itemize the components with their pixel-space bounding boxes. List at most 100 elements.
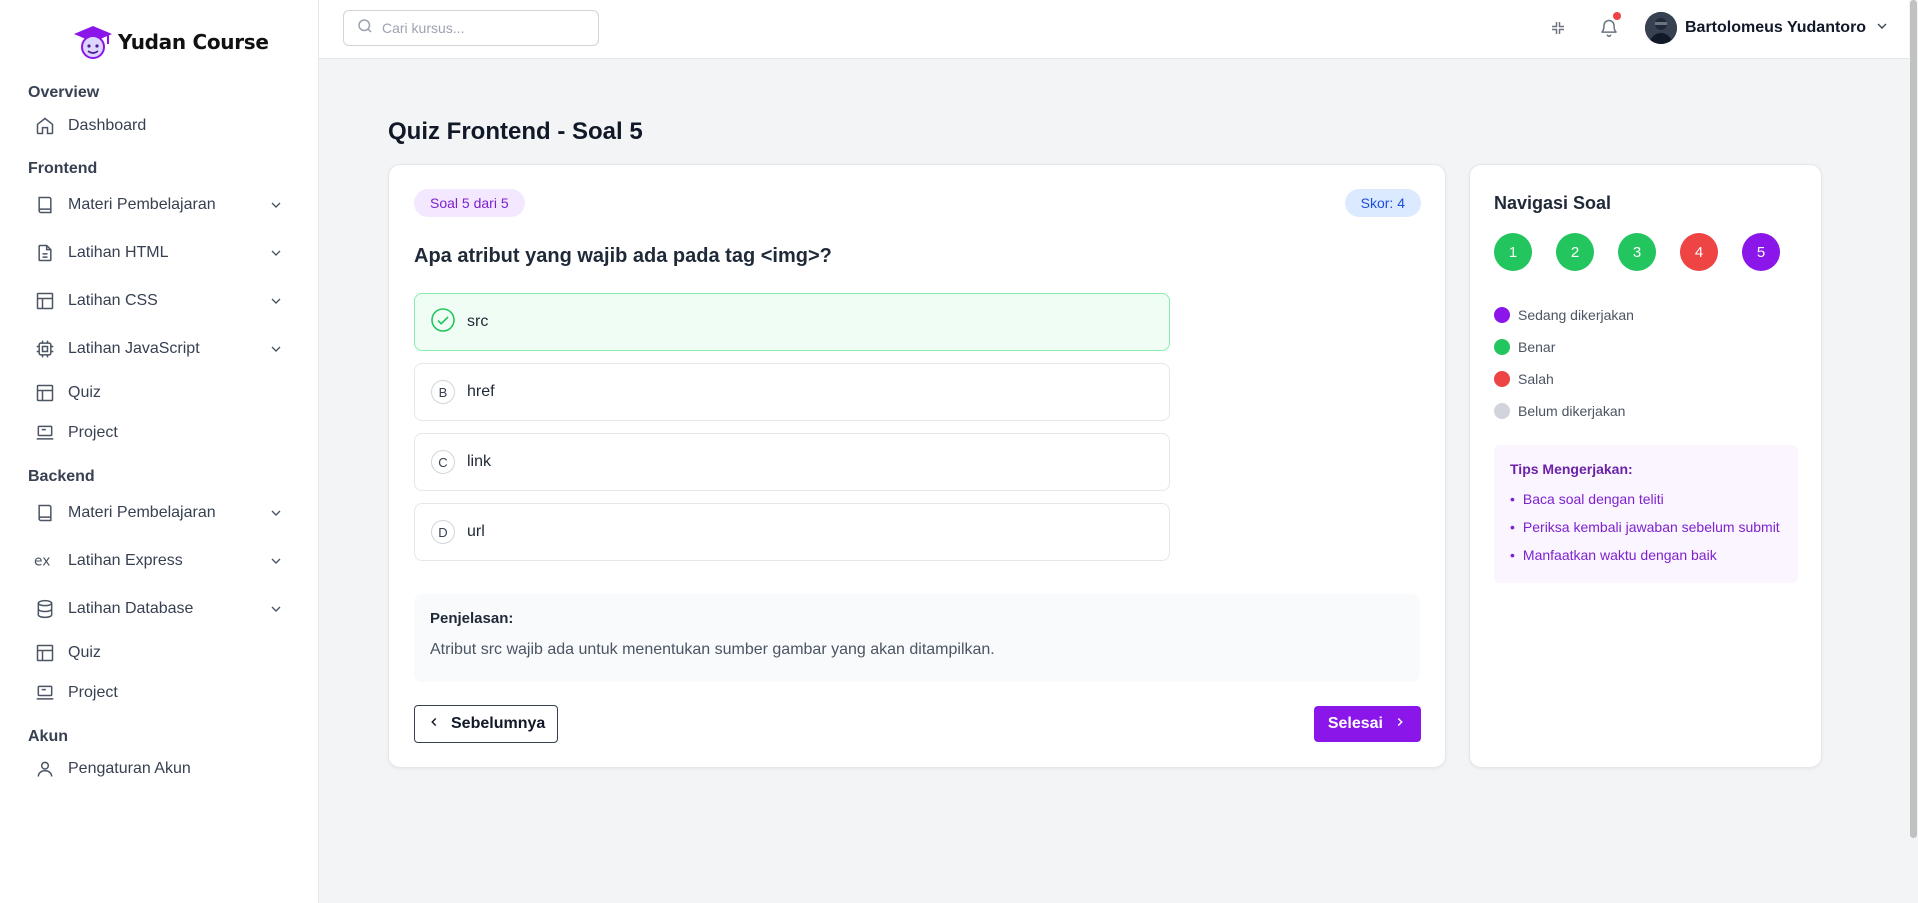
- finish-button-label: Selesai: [1327, 715, 1383, 732]
- chevron-left-icon: [427, 715, 441, 734]
- score-badge: Skor: 4: [1344, 189, 1421, 217]
- sidebar: Yudan Course Overview Dashboard Frontend…: [0, 0, 319, 903]
- chevron-down-icon: [268, 601, 284, 617]
- sidebar-item-pengaturan-akun[interactable]: Pengaturan Akun: [34, 753, 284, 785]
- notification-dot: [1613, 12, 1621, 20]
- chevron-down-icon: [268, 245, 284, 261]
- legend-dot: [1494, 339, 1510, 355]
- section-title-akun: Akun: [28, 728, 68, 745]
- sidebar-item-quiz-frontend[interactable]: Quiz: [34, 377, 284, 409]
- sidebar-item-materi-frontend[interactable]: Materi Pembelajaran: [34, 189, 284, 221]
- book-icon: [34, 194, 56, 216]
- logo[interactable]: Yudan Course: [72, 24, 269, 60]
- cpu-icon: [34, 338, 56, 360]
- tips-list: Baca soal dengan teliti Periksa kembali …: [1510, 485, 1782, 569]
- question-nav-button-4[interactable]: 4: [1680, 233, 1718, 271]
- avatar: [1645, 12, 1677, 44]
- collapse-icon[interactable]: [1546, 16, 1570, 40]
- question-nav-button-1[interactable]: 1: [1494, 233, 1532, 271]
- previous-button-label: Sebelumnya: [451, 715, 546, 732]
- finish-button[interactable]: Selesai: [1313, 706, 1421, 742]
- sidebar-item-label: Quiz: [68, 644, 101, 661]
- answer-option-a[interactable]: src: [414, 293, 1170, 351]
- answer-option-c[interactable]: C link: [414, 433, 1170, 491]
- legend-dot: [1494, 403, 1510, 419]
- check-circle-icon: [431, 307, 455, 337]
- tip-item: Manfaatkan waktu dengan baik: [1510, 541, 1782, 569]
- laptop-icon: [34, 422, 56, 444]
- sidebar-item-label: Materi Pembelajaran: [68, 196, 216, 213]
- answer-option-d[interactable]: D url: [414, 503, 1170, 561]
- notification-bell-icon[interactable]: [1597, 12, 1621, 40]
- sidebar-item-latihan-express[interactable]: ex Latihan Express: [34, 545, 284, 577]
- legend-label: Benar: [1518, 339, 1556, 355]
- search-icon: [356, 17, 374, 40]
- sidebar-item-dashboard[interactable]: Dashboard: [34, 110, 284, 142]
- question-nav-button-2[interactable]: 2: [1556, 233, 1594, 271]
- legend-label: Salah: [1518, 371, 1554, 387]
- database-icon: [34, 598, 56, 620]
- question-navigation-card: Navigasi Soal 1 2 3 4 5 Sedang dikerjaka…: [1469, 164, 1822, 768]
- question-nav-button-5[interactable]: 5: [1742, 233, 1780, 271]
- sidebar-item-label: Materi Pembelajaran: [68, 504, 216, 521]
- sidebar-item-label: Latihan Database: [68, 600, 194, 617]
- sidebar-item-label: Latihan HTML: [68, 244, 169, 261]
- tip-item: Baca soal dengan teliti: [1510, 485, 1782, 513]
- file-text-icon: [34, 242, 56, 264]
- sidebar-item-latihan-html[interactable]: Latihan HTML: [34, 237, 284, 269]
- explanation-box: Penjelasan: Atribut src wajib ada untuk …: [414, 594, 1420, 682]
- layout-icon: [34, 290, 56, 312]
- layout-icon: [34, 642, 56, 664]
- logo-text: Yudan Course: [118, 30, 269, 54]
- legend-label: Sedang dikerjakan: [1518, 307, 1634, 323]
- express-icon: ex: [34, 550, 56, 572]
- search-input[interactable]: [382, 20, 582, 36]
- page-title: Quiz Frontend - Soal 5: [388, 118, 643, 145]
- previous-button[interactable]: Sebelumnya: [414, 705, 559, 743]
- question-nav-button-3[interactable]: 3: [1618, 233, 1656, 271]
- explanation-text: Atribut src wajib ada untuk menentukan s…: [430, 641, 995, 658]
- sidebar-item-label: Project: [68, 424, 118, 441]
- sidebar-item-project-frontend[interactable]: Project: [34, 417, 284, 449]
- option-letter: D: [431, 520, 455, 544]
- sidebar-item-latihan-database[interactable]: Latihan Database: [34, 593, 284, 625]
- navigation-title: Navigasi Soal: [1494, 193, 1612, 213]
- answer-option-b[interactable]: B href: [414, 363, 1170, 421]
- tip-item: Periksa kembali jawaban sebelum submit: [1510, 513, 1782, 541]
- section-title-overview: Overview: [28, 84, 100, 101]
- chevron-right-icon: [1393, 715, 1407, 734]
- chevron-down-icon: [268, 553, 284, 569]
- legend-item-wrong: Salah: [1494, 371, 1554, 387]
- answer-option-label: src: [467, 313, 489, 330]
- tips-box: Tips Mengerjakan: Baca soal dengan telit…: [1494, 445, 1798, 583]
- layout-icon: [34, 382, 56, 404]
- sidebar-item-label: Quiz: [68, 384, 101, 401]
- sidebar-item-latihan-javascript[interactable]: Latihan JavaScript: [34, 333, 284, 365]
- laptop-icon: [34, 682, 56, 704]
- user-icon: [34, 758, 56, 780]
- user-menu[interactable]: Bartolomeus Yudantoro: [1645, 12, 1890, 44]
- scrollbar[interactable]: [1909, 0, 1918, 903]
- home-icon: [34, 115, 56, 137]
- scrollbar-thumb[interactable]: [1910, 0, 1917, 838]
- chevron-down-icon: [268, 341, 284, 357]
- question-text: Apa atribut yang wajib ada pada tag <img…: [414, 245, 832, 267]
- sidebar-item-label: Dashboard: [68, 117, 147, 134]
- chevron-down-icon: [268, 293, 284, 309]
- sidebar-item-latihan-css[interactable]: Latihan CSS: [34, 285, 284, 317]
- search-box[interactable]: [343, 10, 599, 46]
- sidebar-item-label: Project: [68, 684, 118, 701]
- legend-item-current: Sedang dikerjakan: [1494, 307, 1634, 323]
- quiz-card: Soal 5 dari 5 Skor: 4 Apa atribut yang w…: [388, 164, 1446, 768]
- user-name: Bartolomeus Yudantoro: [1685, 19, 1867, 36]
- sidebar-item-label: Latihan Express: [68, 552, 183, 569]
- question-progress-badge: Soal 5 dari 5: [414, 189, 525, 217]
- sidebar-item-label: Latihan JavaScript: [68, 340, 200, 357]
- sidebar-item-project-backend[interactable]: Project: [34, 677, 284, 709]
- book-icon: [34, 502, 56, 524]
- sidebar-item-materi-backend[interactable]: Materi Pembelajaran: [34, 497, 284, 529]
- sidebar-item-quiz-backend[interactable]: Quiz: [34, 637, 284, 669]
- explanation-title: Penjelasan:: [430, 610, 514, 627]
- legend-dot: [1494, 307, 1510, 323]
- legend-item-correct: Benar: [1494, 339, 1555, 355]
